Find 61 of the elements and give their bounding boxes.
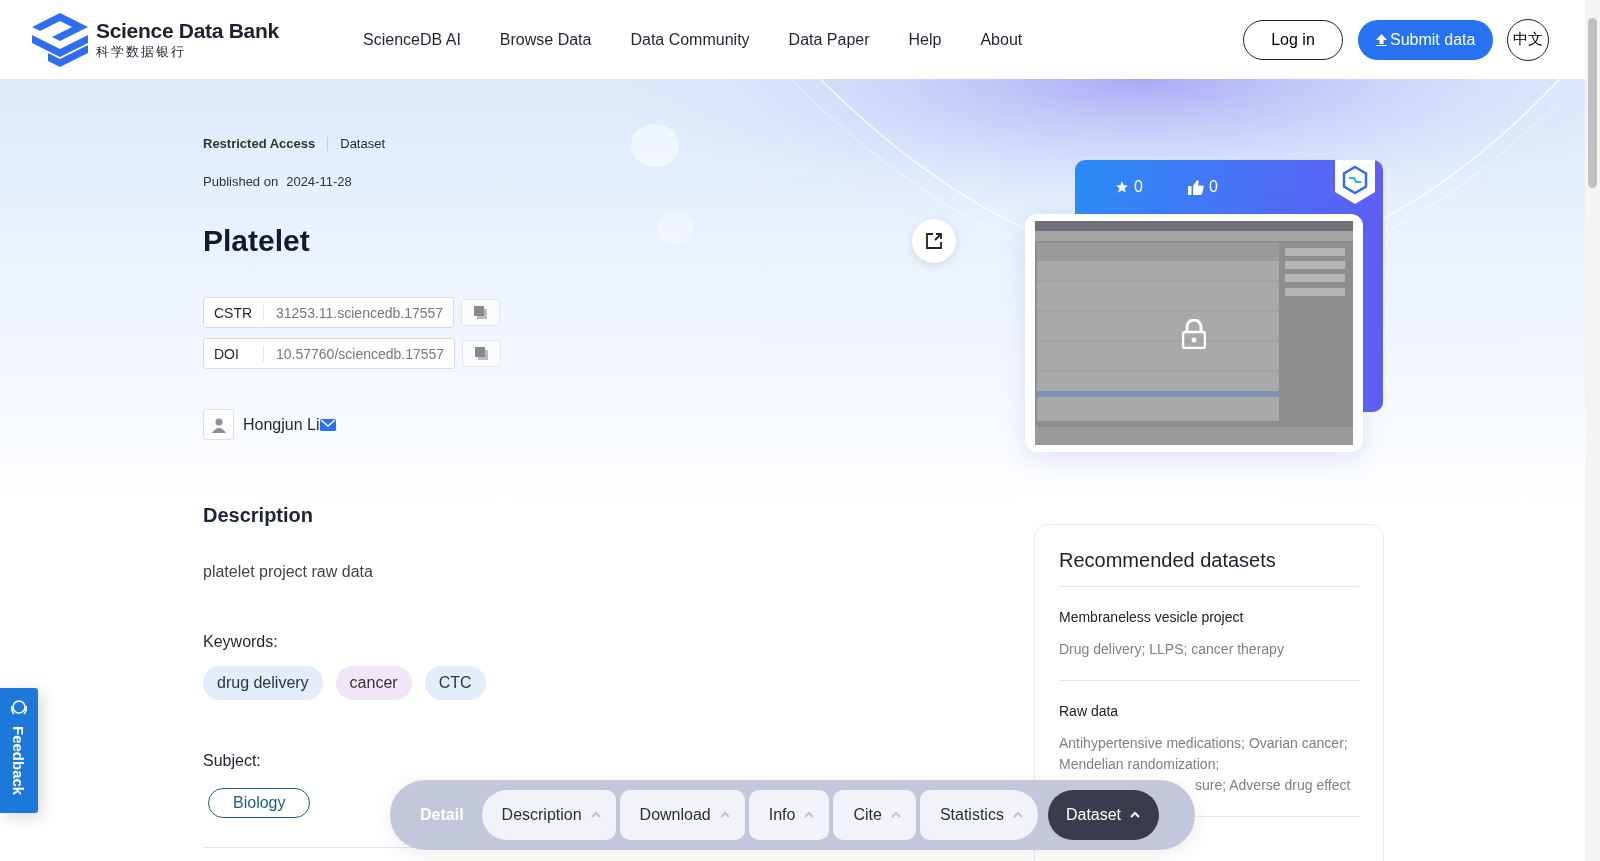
section-tab[interactable]: Cite (833, 790, 916, 840)
dataset-keywords: Antihypertensive medications; Ovarian cancer; (1059, 734, 1348, 753)
submit-data-button[interactable]: Submit data (1358, 19, 1494, 60)
nav-link[interactable]: ScienceDB AI (363, 30, 461, 49)
lock-icon (1182, 319, 1206, 349)
published-date: 2024-11-28 (286, 174, 352, 189)
avatar-icon (203, 409, 234, 440)
logo-icon[interactable] (32, 12, 88, 67)
identifier-field: DOI 10.57760/sciencedb.17557 (203, 338, 456, 369)
hexagon-badge-icon (1335, 160, 1375, 204)
detail-label: Detail (420, 806, 464, 824)
logo-title: Science Data Bank (96, 18, 279, 43)
section-heading: Description (203, 504, 315, 527)
keyword-tag[interactable]: CTC (424, 666, 486, 700)
section-tab[interactable]: Dataset (1047, 790, 1160, 840)
section-tab[interactable]: Info (748, 790, 830, 840)
language-button[interactable]: 中文 (1507, 18, 1550, 61)
like-count: 0 (1209, 178, 1218, 196)
dataset-link[interactable]: Raw data (1059, 703, 1359, 719)
dataset-keywords: sure; Adverse drug effect (1195, 776, 1351, 795)
copy-icon (475, 347, 489, 360)
chevron-up-icon (718, 811, 731, 819)
chevron-up-icon (803, 811, 816, 819)
access-label: Restricted Access (203, 136, 316, 151)
section-tab[interactable]: Download (619, 790, 745, 840)
author-name[interactable]: Hongjun Li (243, 415, 320, 434)
nav-link[interactable]: About (980, 30, 1023, 49)
keyword-tag[interactable]: cancer (335, 666, 412, 700)
chevron-up-icon (1129, 811, 1142, 819)
dataset-title: Platelet (203, 224, 310, 258)
nav-link[interactable]: Help (908, 30, 942, 49)
upload-icon (1376, 33, 1387, 46)
copy-button[interactable] (461, 299, 501, 326)
published-label: Published on (203, 174, 279, 189)
identifier-field: CSTR 31253.11.sciencedb.17557 (203, 297, 455, 328)
scrollbar-thumb[interactable] (1588, 18, 1597, 188)
feedback-tab[interactable]: Feedback (0, 688, 38, 813)
star-icon[interactable] (1115, 180, 1129, 194)
copy-button[interactable] (462, 340, 502, 367)
section-tab[interactable]: Description (481, 790, 616, 840)
dataset-keywords: Drug delivery; LLPS; cancer therapy (1059, 640, 1284, 659)
card-title: Recommended datasets (1059, 549, 1359, 587)
star-count: 0 (1134, 178, 1143, 196)
nav-link[interactable]: Data Community (630, 30, 750, 49)
dataset-keywords: Mendelian randomization; (1059, 755, 1220, 774)
login-button[interactable]: Log in (1243, 19, 1343, 60)
nav-link[interactable]: Browse Data (499, 30, 592, 49)
dataset-link[interactable]: Membraneless vesicle project (1059, 609, 1359, 625)
logo-subtitle: 科学数据银行 (96, 42, 187, 61)
type-label: Dataset (340, 136, 386, 151)
keyword-tag[interactable]: drug delivery (203, 666, 323, 700)
nav-link[interactable]: Data Paper (788, 30, 870, 49)
keywords-label: Keywords: (203, 633, 279, 651)
copy-icon (474, 306, 488, 319)
chevron-up-icon (1011, 811, 1024, 819)
thumbs-up-icon[interactable] (1188, 179, 1204, 195)
section-tab[interactable]: Statistics (919, 790, 1038, 840)
chevron-up-icon (589, 811, 602, 819)
chevron-up-icon (889, 811, 902, 819)
description-text: platelet project raw data (203, 563, 374, 581)
subject-label: Subject: (203, 752, 262, 770)
